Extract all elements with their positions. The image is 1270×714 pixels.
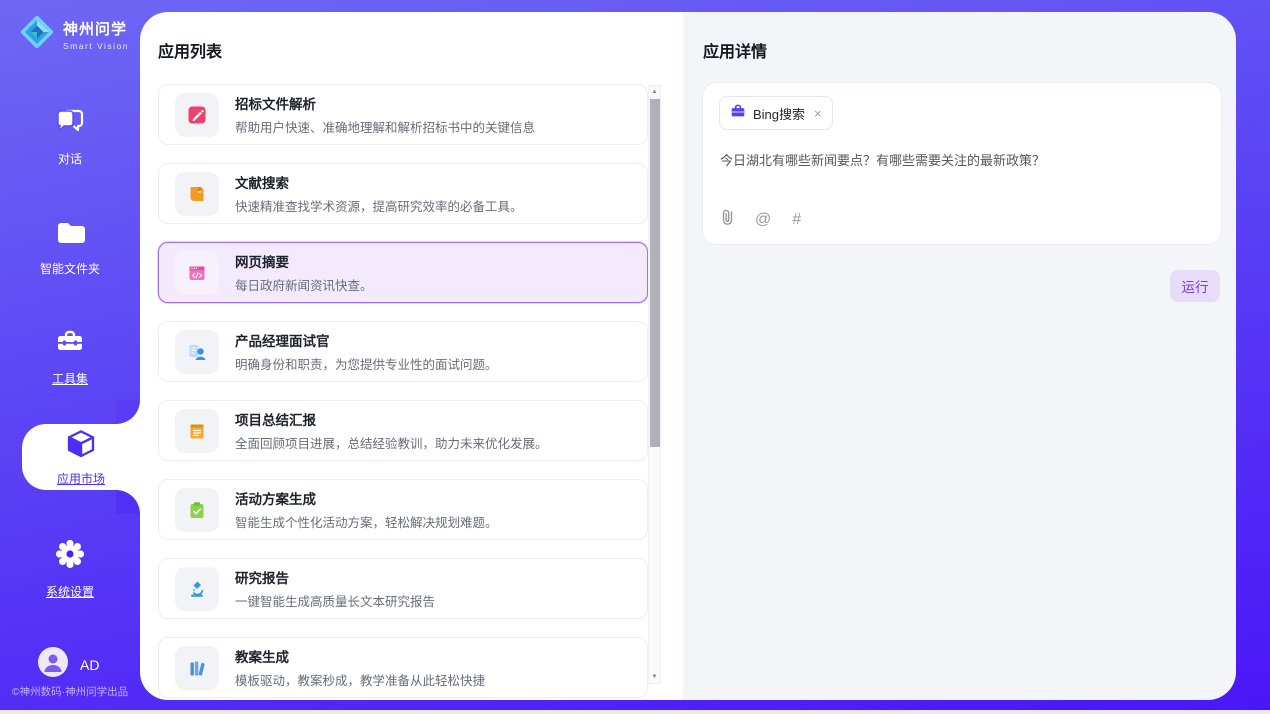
logo-subtitle: Smart Vision [63,41,129,51]
app-card-research-report[interactable]: 研究报告 一键智能生成高质量长文本研究报告 [158,558,648,619]
app-card-desc: 快速精准查找学术资源，提高研究效率的必备工具。 [235,196,523,215]
app-card-pm-interviewer[interactable]: 产品经理面试官 明确身份和职责，为您提供专业性的面试问题。 [158,321,648,382]
app-card-name: 教案生成 [235,646,485,666]
app-card-name: 活动方案生成 [235,488,498,508]
edit-doc-icon [175,93,219,137]
app-logo: 神州问学 Smart Vision [18,13,129,56]
interviewer-icon [175,330,219,374]
memo-icon [175,409,219,453]
books-icon [175,646,219,690]
run-button[interactable]: 运行 [1170,270,1220,302]
webpage-icon [175,251,219,295]
hash-icon[interactable]: # [792,211,801,229]
app-card-list: 招标文件解析 帮助用户快速、准确地理解和解析招标书中的关键信息 文献搜索 [158,84,648,700]
gear-icon [54,538,86,575]
microscope-icon [175,567,219,611]
app-card-lesson-plan[interactable]: 教案生成 模板驱动，教案秒成，教学准备从此轻松快捷 [158,637,648,698]
app-card-desc: 一键智能生成高质量长文本研究报告 [235,591,435,610]
prompt-input-card[interactable]: Bing搜索 × 今日湖北有哪些新闻要点？有哪些需要关注的最新政策？ @ # [702,82,1222,245]
tool-tag-bing-search[interactable]: Bing搜索 × [719,96,833,130]
app-card-name: 研究报告 [235,567,435,587]
sidebar-item-toolset[interactable]: 工具集 [0,327,140,387]
app-card-project-summary[interactable]: 项目总结汇报 全面回顾项目进展，总结经验教训，助力未来优化发展。 [158,400,648,461]
app-list-title: 应用列表 [158,38,222,62]
app-list-panel: 应用列表 招标文件解析 帮助用户快速、准确地理解和解析招标书中的关键信息 [140,12,683,700]
app-card-desc: 全面回顾项目进展，总结经验教训，助力未来优化发展。 [235,433,548,452]
logo-diamond-icon [18,13,56,56]
sidebar-item-chat[interactable]: 对话 [0,107,140,167]
app-card-name: 文献搜索 [235,172,523,192]
sidebar-item-app-market[interactable]: 应用市场 [22,424,140,490]
app-card-desc: 模板驱动，教案秒成，教学准备从此轻松快捷 [235,670,485,689]
app-card-name: 招标文件解析 [235,93,535,113]
content-area: 应用列表 招标文件解析 帮助用户快速、准确地理解和解析招标书中的关键信息 [140,12,1236,700]
app-list-scrollbar[interactable]: ▲ ▼ [648,85,661,684]
prompt-text[interactable]: 今日湖北有哪些新闻要点？有哪些需要关注的最新政策？ [720,151,1200,171]
sidebar: 神州问学 Smart Vision 对话 智能文件夹 [0,0,140,712]
copyright-text: ©神州数码·神州问学出品 [0,684,140,699]
scrollbar-down-icon[interactable]: ▼ [649,671,660,683]
sidebar-item-smart-folder[interactable]: 智能文件夹 [0,219,140,277]
attachment-icon[interactable] [720,208,734,231]
clipboard-check-icon [175,488,219,532]
app-detail-title: 应用详情 [703,38,767,62]
app-card-desc: 每日政府新闻资讯快查。 [235,275,373,294]
sidebar-item-label: 智能文件夹 [40,260,100,277]
app-card-literature-search[interactable]: 文献搜索 快速精准查找学术资源，提高研究效率的必备工具。 [158,163,648,224]
app-detail-panel: 应用详情 Bing搜索 × 今日湖北有哪些新闻要点？有哪些需要关注的最新政策？ [683,12,1236,700]
book-icon [175,172,219,216]
app-card-name: 项目总结汇报 [235,409,548,429]
scrollbar-up-icon[interactable]: ▲ [649,86,660,98]
app-card-desc: 帮助用户快速、准确地理解和解析招标书中的关键信息 [235,117,535,136]
logo-title: 神州问学 [63,18,129,39]
sidebar-item-label: 系统设置 [46,583,94,600]
prompt-toolbar: @ # [720,208,801,231]
user-account[interactable]: AD [38,647,99,682]
app-card-event-plan[interactable]: 活动方案生成 智能生成个性化活动方案，轻松解决规划难题。 [158,479,648,540]
app-card-name: 网页摘要 [235,251,373,271]
sidebar-item-label: 应用市场 [57,470,105,487]
mention-icon[interactable]: @ [755,211,771,229]
bump-connector-bottom [116,490,140,514]
folder-icon [54,219,86,252]
sidebar-item-label: 工具集 [52,370,88,387]
cube-icon [65,428,97,465]
sidebar-item-label: 对话 [58,150,82,167]
app-card-webpage-summary[interactable]: 网页摘要 每日政府新闻资讯快查。 [158,242,648,303]
app-card-desc: 智能生成个性化活动方案，轻松解决规划难题。 [235,512,498,531]
close-icon[interactable]: × [814,106,822,121]
app-card-name: 产品经理面试官 [235,330,498,350]
bump-connector-top [116,400,140,424]
user-initials: AD [80,657,99,673]
tool-tag-label: Bing搜索 [753,104,805,123]
briefcase-icon [730,103,746,123]
bottom-edge [0,710,1270,712]
avatar [38,647,68,682]
toolbox-icon [54,327,86,362]
app-card-bid-analysis[interactable]: 招标文件解析 帮助用户快速、准确地理解和解析招标书中的关键信息 [158,84,648,145]
sidebar-item-settings[interactable]: 系统设置 [0,538,140,600]
chat-icon [54,107,86,142]
app-window: 神州问学 Smart Vision 对话 智能文件夹 [0,0,1270,712]
app-card-desc: 明确身份和职责，为您提供专业性的面试问题。 [235,354,498,373]
scrollbar-thumb[interactable] [650,99,660,447]
